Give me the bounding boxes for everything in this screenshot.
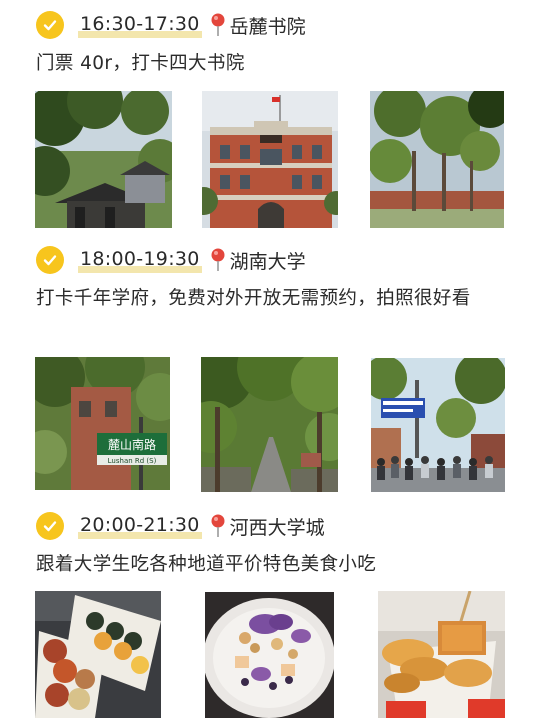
road-sign-en: Lushan Rd (S) xyxy=(108,457,157,465)
photo-dessert-bowl[interactable] xyxy=(205,592,334,718)
section-description: 跟着大学生吃各种地道平价特色美食小吃 xyxy=(36,554,377,575)
check-icon xyxy=(36,11,64,39)
time-range: 20:00-21:30 xyxy=(78,513,202,539)
photo-yuelu-trees[interactable] xyxy=(370,91,504,228)
check-icon xyxy=(36,512,64,540)
place-name: 湖南大学 xyxy=(229,250,306,273)
map-pin-icon xyxy=(210,248,226,272)
section-header: 16:30-17:30 岳麓书院 xyxy=(36,10,306,40)
photo-tree-lined-avenue[interactable] xyxy=(201,357,338,492)
check-icon xyxy=(36,246,64,274)
place-name: 河西大学城 xyxy=(229,516,325,539)
road-sign-name: 麓山南路 xyxy=(108,437,156,452)
photo-yuelu-pavilion[interactable] xyxy=(35,91,172,228)
section-header: 18:00-19:30 湖南大学 xyxy=(36,245,306,275)
photo-sushi-boxes[interactable] xyxy=(35,591,161,718)
section-description: 门票 40r，打卡四大书院 xyxy=(36,53,245,74)
photo-street-crowd[interactable] xyxy=(371,358,505,492)
place-name: 岳麓书院 xyxy=(229,15,306,38)
photo-lushan-road-sign[interactable]: 麓山南路 Lushan Rd (S) xyxy=(35,357,170,490)
map-pin-icon xyxy=(210,13,226,37)
map-pin-icon xyxy=(210,514,226,538)
photo-yuelu-redbrick-building[interactable] xyxy=(202,91,338,228)
time-range: 18:00-19:30 xyxy=(78,247,202,273)
time-range: 16:30-17:30 xyxy=(78,12,202,38)
photo-fried-snacks[interactable] xyxy=(378,591,505,718)
section-description: 打卡千年学府，免费对外开放无需预约，拍照很好看 xyxy=(36,288,471,309)
section-header: 20:00-21:30 河西大学城 xyxy=(36,511,325,541)
